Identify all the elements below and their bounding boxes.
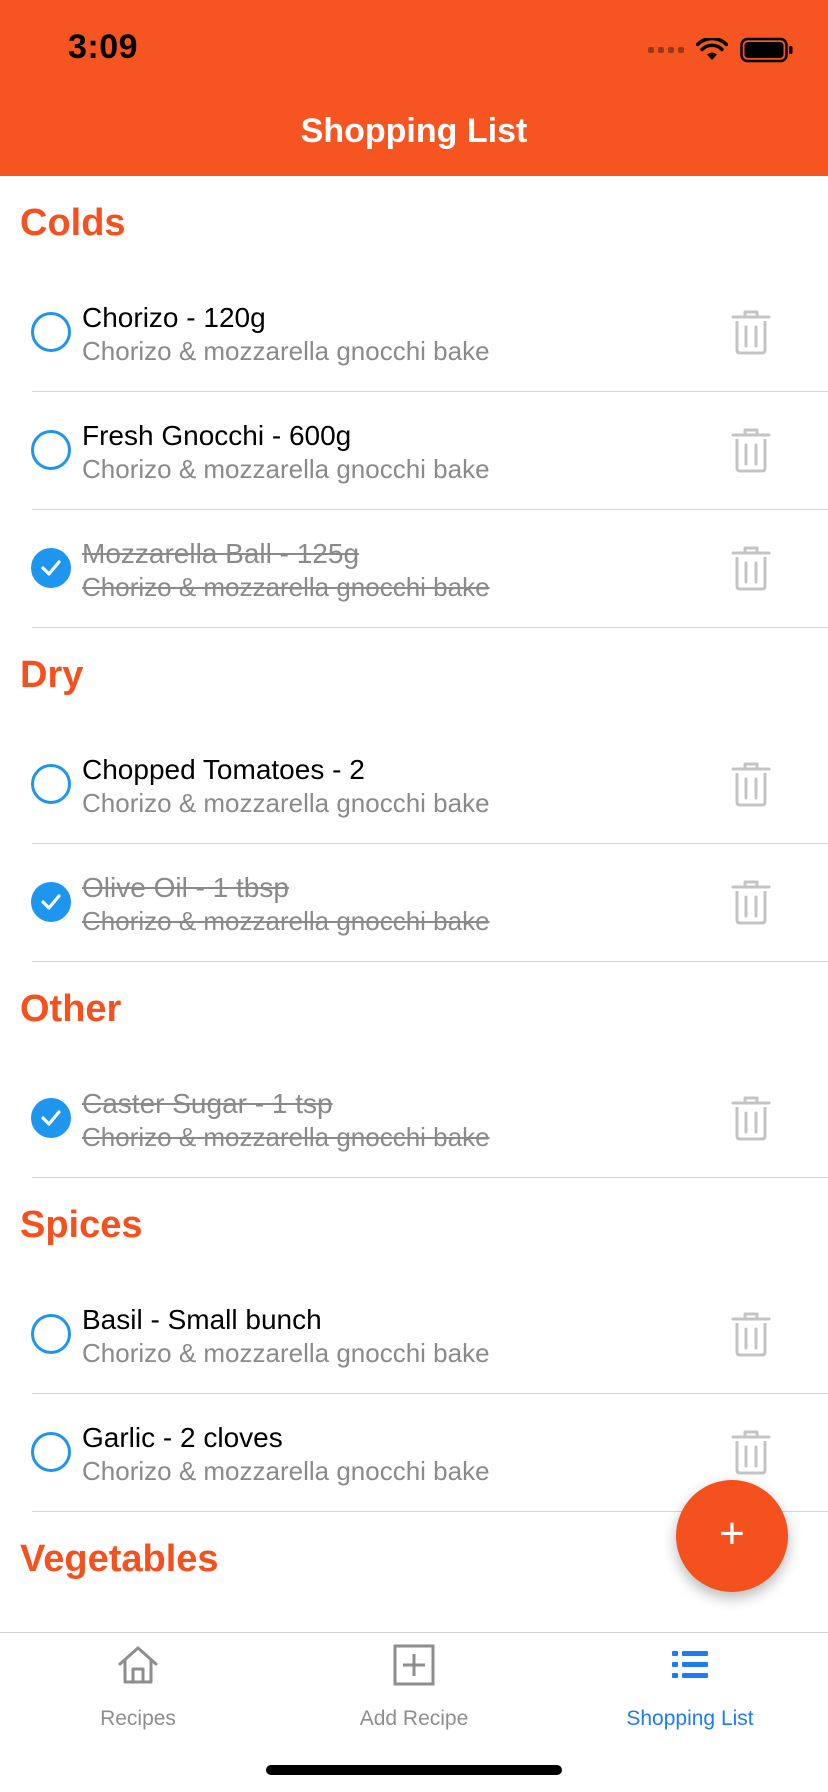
section-title: Vegetables bbox=[20, 1538, 219, 1580]
status-icons bbox=[648, 36, 794, 64]
list-item[interactable]: Green Salad - 200g bbox=[0, 1610, 828, 1632]
trash-icon[interactable] bbox=[730, 760, 772, 808]
trash-icon[interactable] bbox=[730, 1428, 772, 1476]
cellular-signal-icon bbox=[648, 47, 684, 53]
trash-icon[interactable] bbox=[730, 426, 772, 474]
section-title: Colds bbox=[20, 202, 126, 244]
item-name: Garlic - 2 cloves bbox=[82, 1422, 283, 1453]
add-square-icon bbox=[393, 1644, 435, 1686]
status-time: 3:09 bbox=[68, 28, 139, 66]
trash-icon[interactable] bbox=[730, 878, 772, 926]
list-item[interactable]: Fresh Gnocchi - 600g Chorizo & mozzarella… bbox=[0, 392, 828, 510]
wifi-icon bbox=[696, 38, 728, 60]
tab-shopping-list-label: Shopping List bbox=[626, 1707, 754, 1730]
home-indicator bbox=[266, 1765, 562, 1775]
home-icon bbox=[118, 1646, 158, 1684]
checked-circle-icon[interactable] bbox=[31, 548, 71, 588]
tab-recipes[interactable]: Recipes bbox=[0, 1633, 276, 1743]
section-title: Other bbox=[20, 988, 122, 1030]
trash-icon[interactable] bbox=[730, 1310, 772, 1358]
battery-icon bbox=[740, 37, 793, 63]
item-name: Chopped Tomatoes - 2 bbox=[82, 754, 365, 785]
list-item[interactable]: Chopped Tomatoes - 2 Chorizo & mozzarella… bbox=[0, 726, 828, 844]
item-recipe: Chorizo & mozzarella gnocchi bake bbox=[82, 788, 490, 818]
add-item-button[interactable]: + bbox=[676, 1480, 788, 1592]
item-recipe: Chorizo & mozzarella gnocchi bake bbox=[82, 454, 490, 484]
item-recipe: Chorizo & mozzarella gnocchi bake bbox=[82, 906, 490, 936]
item-recipe: Chorizo & mozzarella gnocchi bake bbox=[82, 1456, 490, 1486]
divider bbox=[32, 627, 828, 628]
checked-circle-icon[interactable] bbox=[31, 1098, 71, 1138]
unchecked-circle-icon[interactable] bbox=[31, 312, 71, 352]
divider bbox=[32, 961, 828, 962]
list-item[interactable]: Olive Oil - 1 tbsp Chorizo & mozzarella g… bbox=[0, 844, 828, 962]
item-name: Olive Oil - 1 tbsp bbox=[82, 872, 289, 903]
trash-icon[interactable] bbox=[730, 1094, 772, 1142]
app-screen: 3:09 Shopping List Colds Chorizo - 120g Ch… bbox=[0, 0, 828, 1792]
item-recipe: Chorizo & mozzarella gnocchi bake bbox=[82, 1122, 490, 1152]
item-recipe: Chorizo & mozzarella gnocchi bake bbox=[82, 336, 490, 366]
list-item[interactable]: Chorizo - 120g Chorizo & mozzarella gnocc… bbox=[0, 274, 828, 392]
item-name: Chorizo - 120g bbox=[82, 302, 266, 333]
item-recipe: Chorizo & mozzarella gnocchi bake bbox=[82, 572, 490, 602]
list-item[interactable]: Caster Sugar - 1 tsp Chorizo & mozzarella… bbox=[0, 1060, 828, 1178]
unchecked-circle-icon[interactable] bbox=[31, 430, 71, 470]
item-name: Caster Sugar - 1 tsp bbox=[82, 1088, 333, 1119]
item-name: Mozzarella Ball - 125g bbox=[82, 538, 360, 569]
page-title: Shopping List bbox=[300, 112, 528, 150]
unchecked-circle-icon[interactable] bbox=[31, 764, 71, 804]
item-name: Fresh Gnocchi - 600g bbox=[82, 420, 352, 451]
divider bbox=[32, 1177, 828, 1178]
item-recipe: Chorizo & mozzarella gnocchi bake bbox=[82, 1338, 490, 1368]
section-title: Dry bbox=[20, 654, 84, 696]
tab-shopping-list[interactable]: Shopping List bbox=[552, 1633, 828, 1743]
item-name: Basil - Small bunch bbox=[82, 1304, 322, 1335]
list-icon bbox=[672, 1651, 708, 1678]
section-title: Spices bbox=[20, 1204, 143, 1246]
tab-recipes-label: Recipes bbox=[100, 1707, 176, 1730]
checked-circle-icon[interactable] bbox=[31, 882, 71, 922]
app-header: 3:09 Shopping List bbox=[0, 0, 828, 176]
trash-icon[interactable] bbox=[730, 544, 772, 592]
trash-icon[interactable] bbox=[730, 308, 772, 356]
unchecked-circle-icon[interactable] bbox=[31, 1432, 71, 1472]
list-item[interactable]: Basil - Small bunch Chorizo & mozzarella … bbox=[0, 1276, 828, 1394]
tab-add-recipe-label: Add Recipe bbox=[359, 1707, 469, 1730]
list-item[interactable]: Mozzarella Ball - 125g Chorizo & mozzarel… bbox=[0, 510, 828, 628]
tab-add-recipe[interactable]: Add Recipe bbox=[276, 1633, 552, 1743]
shopping-list-content[interactable]: Colds Chorizo - 120g Chorizo & mozzarella … bbox=[0, 176, 828, 1632]
unchecked-circle-icon[interactable] bbox=[31, 1314, 71, 1354]
